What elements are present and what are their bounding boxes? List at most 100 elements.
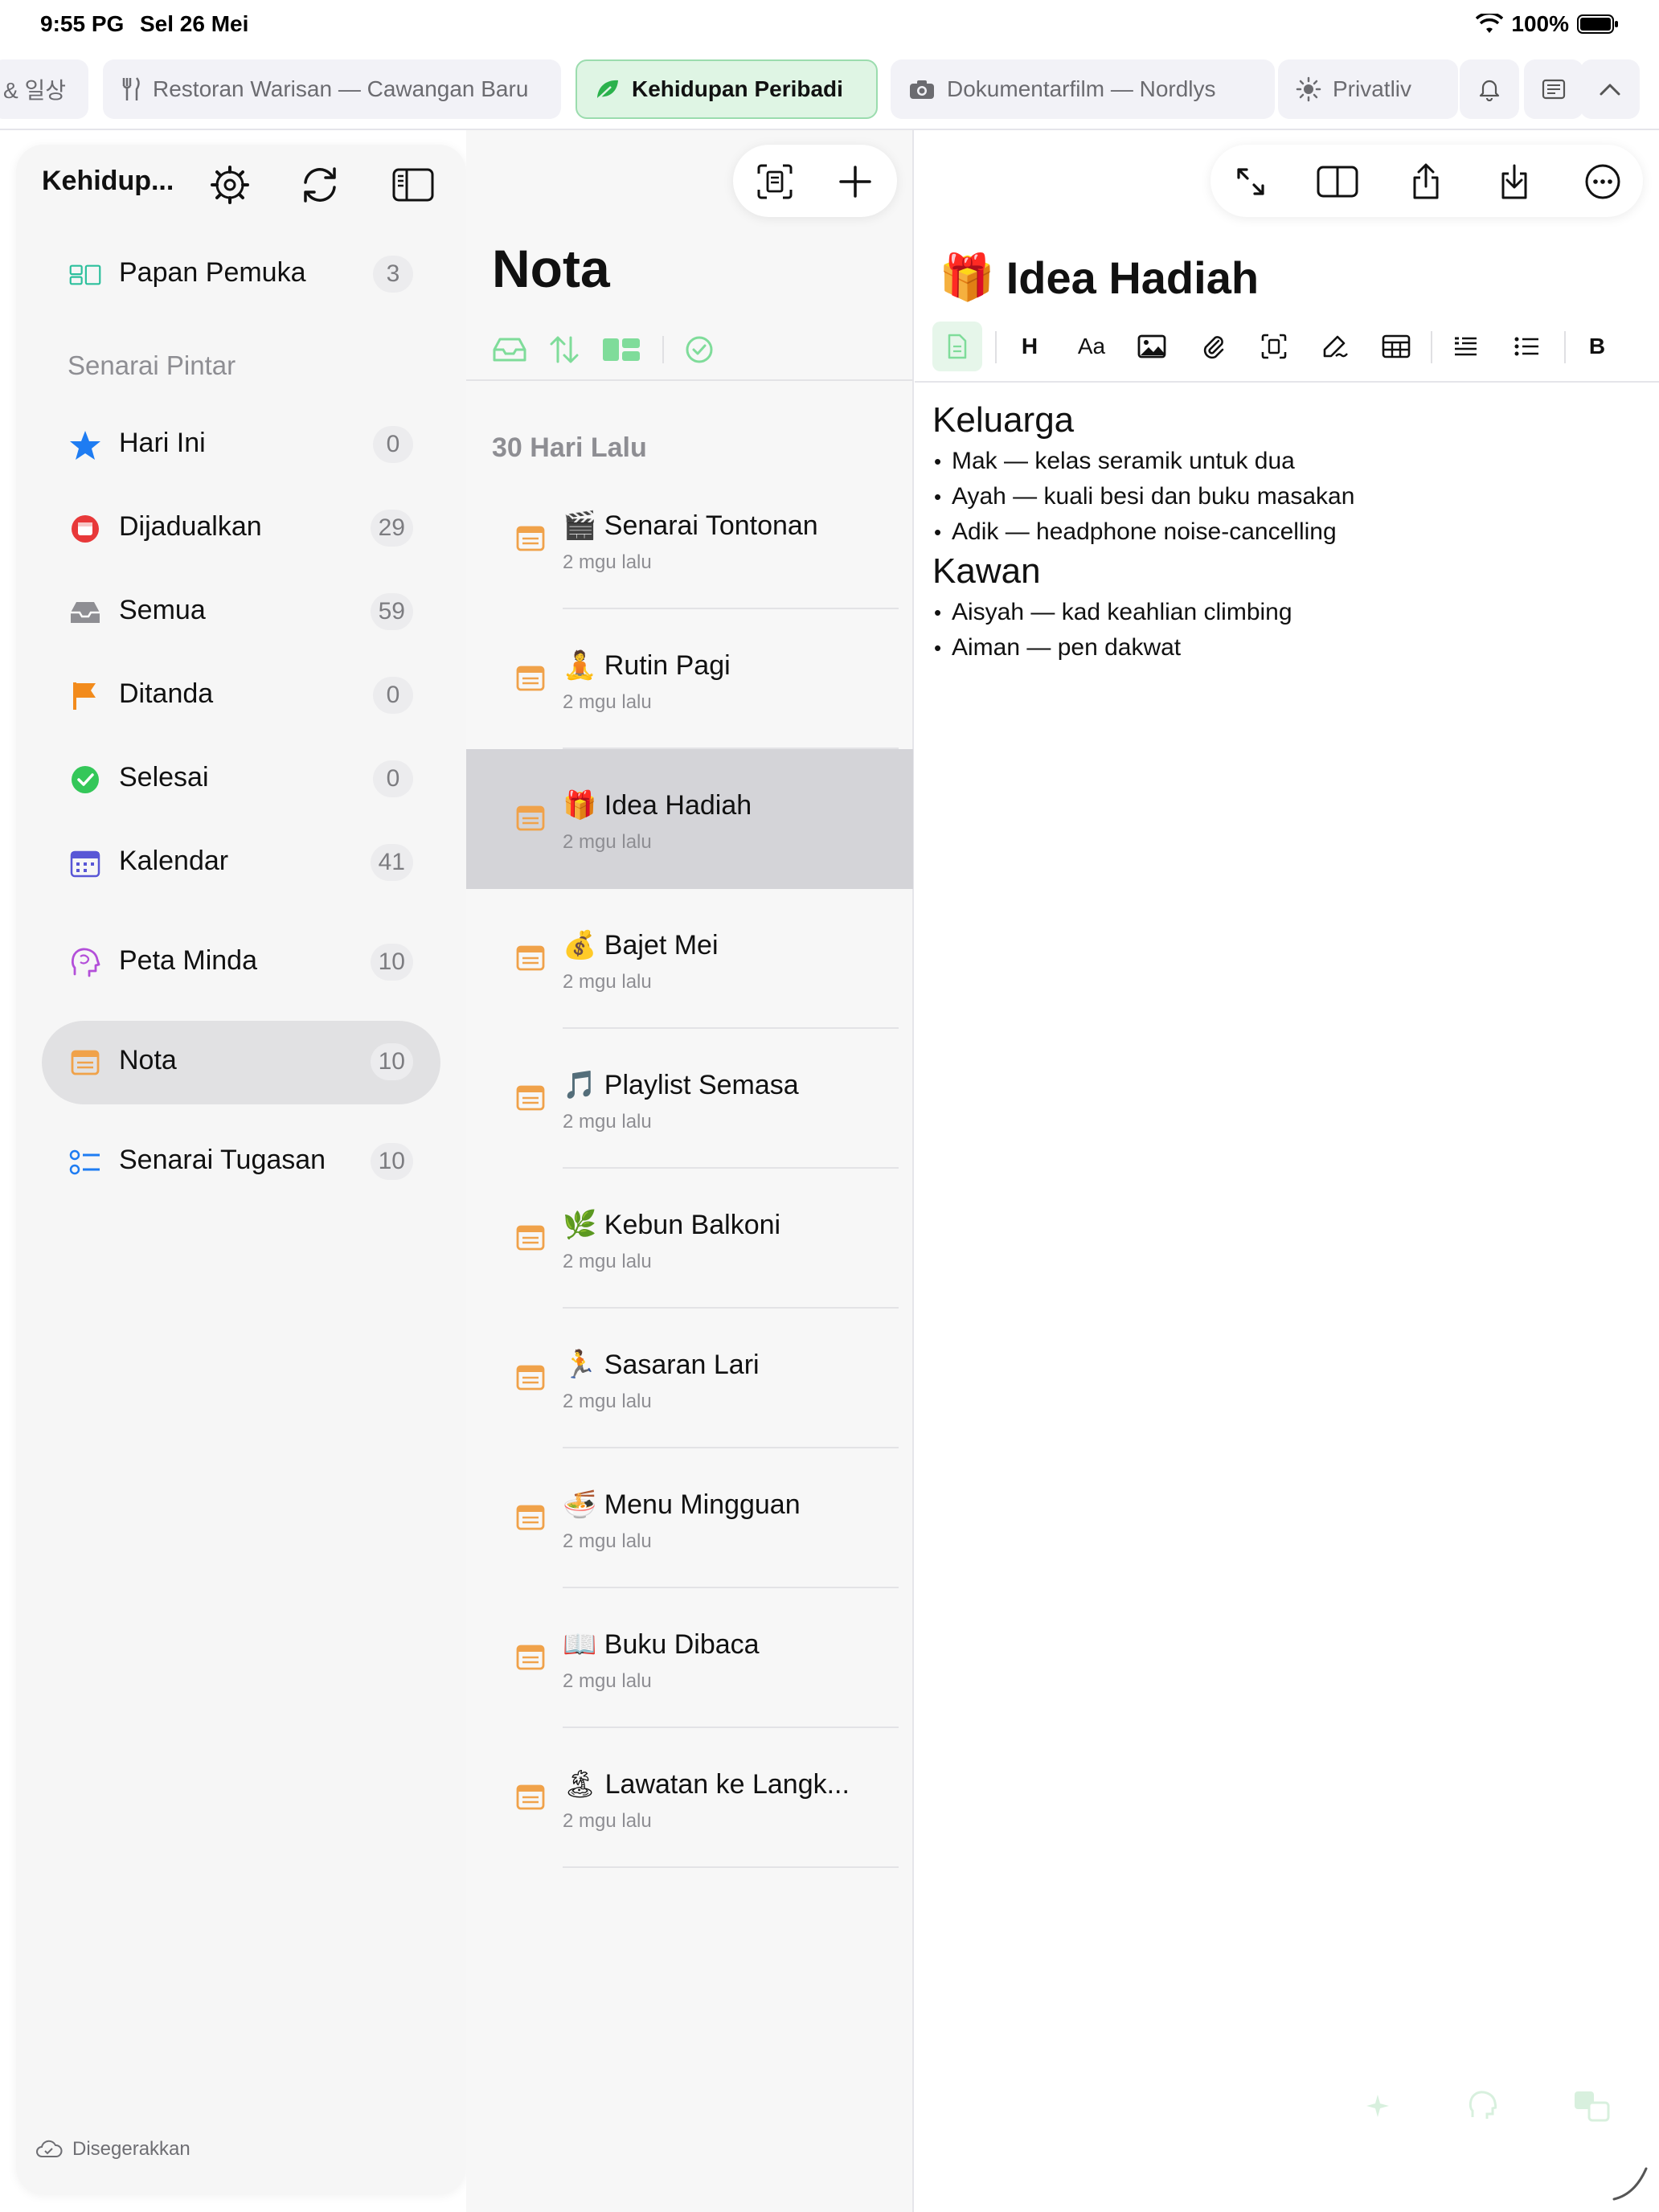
reader-button[interactable] (1524, 59, 1583, 119)
bold-button[interactable]: B (1577, 322, 1617, 371)
layout-toggle-icon[interactable] (601, 337, 641, 363)
note-title: 🏃 Sasaran Lari (563, 1349, 760, 1381)
more-options-button[interactable] (1580, 159, 1625, 204)
note-title-text: Menu Mingguan (604, 1489, 801, 1520)
sidebar-item-calendar[interactable]: Kalendar 41 (42, 821, 440, 905)
cloud-check-icon (35, 2140, 63, 2159)
note-list-item[interactable]: 🎵 Playlist Semasa 2 mgu lalu (466, 1029, 913, 1169)
note-list-item[interactable]: 💰 Bajet Mei 2 mgu lalu (466, 889, 913, 1029)
settings-button[interactable] (206, 161, 254, 209)
inbox-icon (69, 596, 101, 629)
bullet-list-button[interactable] (1505, 322, 1548, 371)
note-date: 2 mgu lalu (563, 1530, 652, 1552)
note-icon (516, 1505, 545, 1534)
sidebar-item-notes[interactable]: Nota 10 (42, 1021, 440, 1104)
sidebar-item-today[interactable]: Hari Ini 0 (42, 403, 440, 487)
toggle-sidebar-button[interactable] (389, 161, 437, 209)
scan-text-button[interactable] (1252, 322, 1296, 371)
format-divider (1564, 331, 1566, 363)
text-style-button[interactable]: Aa (1066, 322, 1117, 371)
note-icon (516, 805, 545, 834)
paperclip-icon (1201, 333, 1225, 360)
chevron-up-icon (1599, 82, 1621, 96)
quote-lines-icon (1452, 334, 1478, 358)
sidebar-item-completed[interactable]: Selesai 0 (42, 738, 440, 821)
note-list-item[interactable]: 🎁 Idea Hadiah 2 mgu lalu (466, 749, 913, 889)
inbox-filter-icon[interactable] (492, 336, 527, 363)
leaf-icon (595, 77, 621, 101)
save-button[interactable] (1492, 159, 1537, 204)
fullscreen-button[interactable] (1228, 159, 1273, 204)
tab-label: Kehidupan Peribadi (632, 76, 843, 101)
sidebar-item-flagged[interactable]: Ditanda 0 (42, 654, 440, 738)
sidebar-item-all[interactable]: Semua 59 (42, 571, 440, 654)
sidebar-item-label: Hari Ini (119, 428, 206, 458)
split-view-button[interactable] (1315, 159, 1360, 204)
fork-knife-icon (121, 76, 141, 102)
draw-button[interactable] (1313, 322, 1357, 371)
note-list-item[interactable]: 🎬 Senarai Tontonan 2 mgu lalu (466, 469, 913, 609)
sidebar-item-task-lists[interactable]: Senarai Tugasan 10 (42, 1120, 440, 1204)
sidebar-item-dashboard[interactable]: Papan Pemuka 3 (42, 233, 440, 317)
calendar-icon (69, 847, 101, 879)
note-icon (516, 945, 545, 974)
camera-icon (908, 78, 936, 100)
sidebar-item-mind-map[interactable]: Peta Minda 10 (42, 921, 440, 1005)
note-icon (516, 1365, 545, 1394)
new-note-button[interactable] (833, 159, 878, 204)
section-heading: Kawan (932, 551, 1041, 591)
insert-table-button[interactable] (1374, 322, 1418, 371)
tab-privatliv[interactable]: Privatliv (1278, 59, 1458, 119)
note-list-item[interactable]: 🧘 Rutin Pagi 2 mgu lalu (466, 609, 913, 749)
note-emoji: 🌿 (563, 1210, 597, 1240)
sparkle-icon[interactable] (1364, 2092, 1391, 2120)
note-body[interactable]: Keluarga Mak — kelas seramik untuk duaAya… (932, 399, 1640, 666)
status-date: Sel 26 Mei (140, 11, 249, 36)
note-title: 📖 Buku Dibaca (563, 1628, 760, 1661)
note-list-item[interactable]: 🏃 Sasaran Lari 2 mgu lalu (466, 1309, 913, 1448)
sidebar-title[interactable]: Kehidup... (42, 166, 174, 197)
sidebar-item-label: Papan Pemuka (119, 257, 306, 288)
notifications-button[interactable] (1460, 59, 1519, 119)
brain-head-icon (69, 947, 101, 979)
note-list-item[interactable]: 📖 Buku Dibaca 2 mgu lalu (466, 1588, 913, 1728)
tab-dokumentarfilm[interactable]: Dokumentarfilm — Nordlys (891, 59, 1275, 119)
tab-kehidupan-peribadi[interactable]: Kehidupan Peribadi (576, 59, 878, 119)
sync-button[interactable] (296, 161, 344, 209)
note-emoji: 🎵 (563, 1070, 597, 1100)
head-icon[interactable] (1468, 2090, 1497, 2122)
note-title[interactable]: 🎁 Idea Hadiah (939, 251, 1259, 304)
note-icon (516, 1645, 545, 1673)
translate-icon[interactable] (1573, 2090, 1610, 2122)
dashboard-icon (69, 259, 101, 291)
attach-file-button[interactable] (1191, 322, 1235, 371)
note-list-item[interactable]: 🌿 Kebun Balkoni 2 mgu lalu (466, 1169, 913, 1309)
sidebar-item-scheduled[interactable]: Dijadualkan 29 (42, 487, 440, 571)
note-title-text: Playlist Semasa (604, 1070, 799, 1100)
tab-restoran[interactable]: Restoran Warisan — Cawangan Baru (103, 59, 561, 119)
share-button[interactable] (1403, 159, 1448, 204)
note-date: 2 mgu lalu (563, 1251, 652, 1272)
battery-percent: 100% (1511, 11, 1569, 36)
format-divider (995, 331, 997, 363)
pen-scribble-icon (1321, 334, 1349, 359)
gear-icon (210, 165, 250, 205)
heading-button[interactable]: H (1008, 322, 1051, 371)
sidebar-item-label: Kalendar (119, 846, 229, 876)
sidebar-item-label: Selesai (119, 762, 209, 793)
document-mode-button[interactable] (932, 322, 982, 371)
note-date: 2 mgu lalu (563, 551, 652, 573)
count-badge: 41 (370, 844, 413, 881)
insert-image-button[interactable] (1130, 322, 1174, 371)
scan-button[interactable] (752, 159, 797, 204)
collapse-tabs-button[interactable] (1580, 59, 1640, 119)
block-quote-button[interactable] (1444, 322, 1487, 371)
completed-filter-icon[interactable] (685, 335, 714, 364)
checkmark-circle-icon (69, 764, 101, 796)
note-list-item[interactable]: 🏝 Lawatan ke Langk... 2 mgu lalu (466, 1728, 913, 1868)
count-badge: 29 (370, 510, 413, 547)
tab-daily[interactable]: & 일상 (0, 59, 88, 119)
sort-icon[interactable] (548, 334, 580, 365)
note-list-item[interactable]: 🍜 Menu Mingguan 2 mgu lalu (466, 1448, 913, 1588)
note-title-text: Lawatan ke Langk... (604, 1769, 850, 1800)
